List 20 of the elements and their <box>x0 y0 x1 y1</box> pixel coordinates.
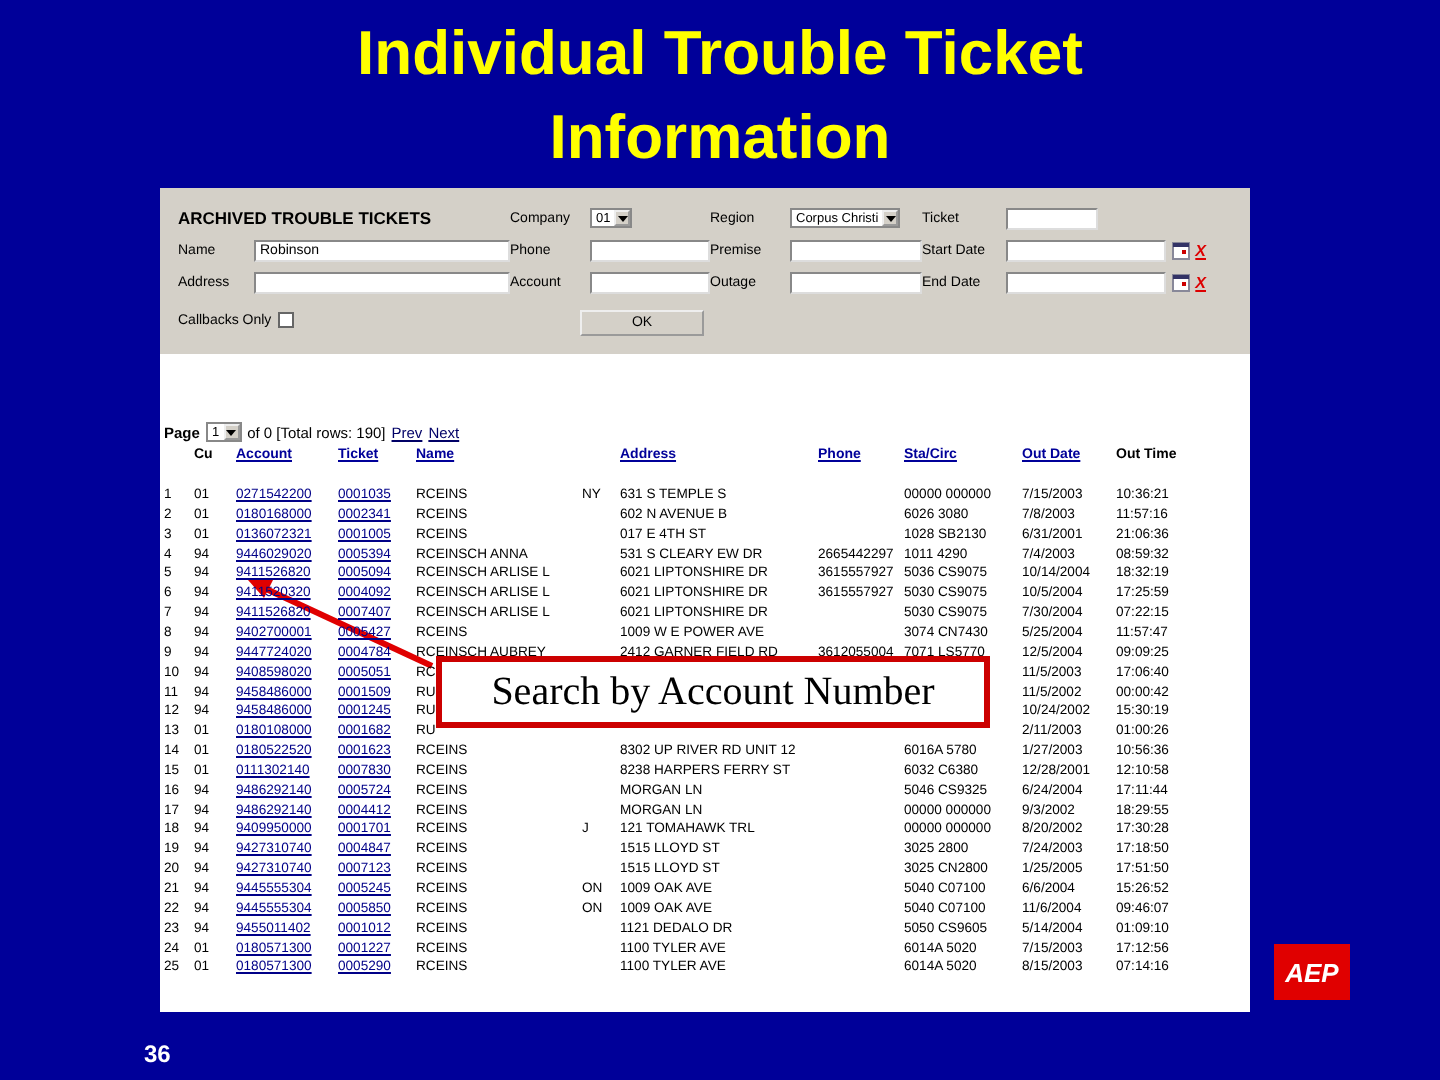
dropdown-arrow-icon[interactable] <box>617 215 628 221</box>
callout-box: Search by Account Number <box>436 656 990 728</box>
logo: AEP <box>1274 944 1350 1000</box>
input-field[interactable] <box>790 239 922 261</box>
input-field[interactable] <box>254 271 510 293</box>
input-field[interactable] <box>790 271 922 293</box>
date-field[interactable] <box>1006 239 1166 261</box>
checkbox[interactable] <box>277 312 294 328</box>
input-field[interactable] <box>590 271 710 293</box>
slide-title: Information <box>549 100 891 176</box>
input-field[interactable] <box>590 239 710 261</box>
slide-number: 36 <box>144 1040 171 1068</box>
calendar-icon[interactable] <box>1171 241 1190 259</box>
dropdown-arrow-icon[interactable] <box>226 429 237 435</box>
calendar-icon[interactable] <box>1171 273 1190 291</box>
form-heading: ARCHIVED TROUBLE TICKETS <box>178 208 434 228</box>
input-field[interactable] <box>1006 207 1098 229</box>
slide-title: Individual Trouble Ticket <box>357 16 1083 92</box>
dropdown-arrow-icon[interactable] <box>885 215 896 221</box>
date-field[interactable] <box>1006 271 1166 293</box>
